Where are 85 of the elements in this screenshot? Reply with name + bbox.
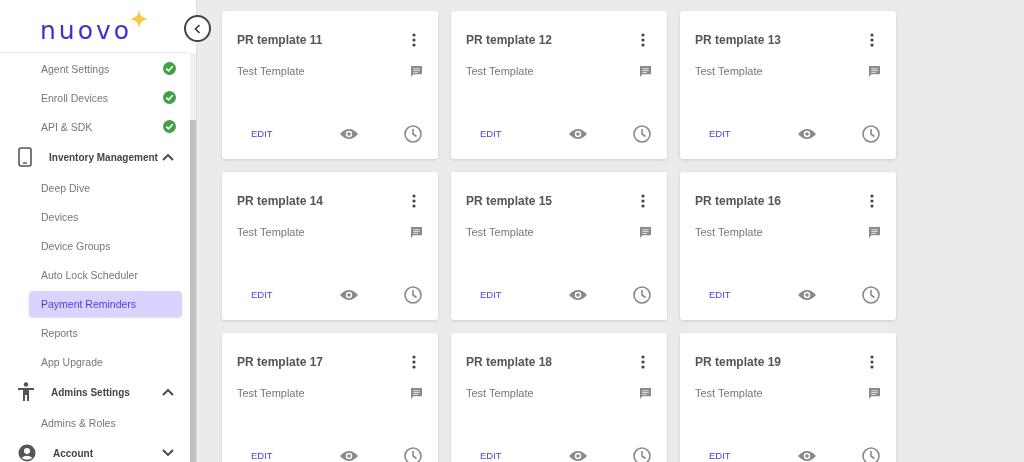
- edit-button[interactable]: EDIT: [703, 124, 737, 143]
- more-icon[interactable]: [870, 194, 874, 208]
- scrollbar[interactable]: [189, 53, 196, 462]
- eye-icon[interactable]: [798, 288, 816, 301]
- more-icon[interactable]: [412, 33, 416, 47]
- clock-icon[interactable]: [862, 124, 880, 143]
- clock-icon[interactable]: [404, 285, 422, 304]
- card-title: PR template 19: [695, 355, 782, 369]
- card-description: Test Template: [466, 226, 534, 238]
- sparkle-icon: [130, 10, 149, 28]
- card-title: PR template 15: [466, 194, 553, 208]
- more-icon[interactable]: [641, 355, 645, 369]
- clock-icon[interactable]: [633, 124, 651, 143]
- edit-button[interactable]: EDIT: [703, 285, 737, 304]
- chevron-down-icon[interactable]: [161, 449, 174, 457]
- eye-icon[interactable]: [569, 288, 587, 301]
- card-description: Test Template: [695, 387, 763, 399]
- more-icon[interactable]: [641, 194, 645, 208]
- eye-icon[interactable]: [569, 127, 587, 140]
- clock-icon[interactable]: [404, 124, 422, 143]
- card-description: Test Template: [695, 65, 763, 77]
- more-icon[interactable]: [412, 194, 416, 208]
- eye-icon[interactable]: [340, 288, 358, 301]
- card-description: Test Template: [695, 226, 763, 238]
- phone-icon: [18, 147, 32, 167]
- nav-item[interactable]: API & SDK: [29, 113, 163, 140]
- person-icon: [18, 382, 34, 402]
- message-icon: [411, 65, 422, 77]
- message-icon: [640, 226, 651, 238]
- card-title: PR template 16: [695, 194, 782, 208]
- chevron-up-icon[interactable]: [161, 388, 174, 396]
- nav-item[interactable]: Device Groups: [29, 232, 176, 259]
- eye-icon[interactable]: [798, 127, 816, 140]
- nav-item[interactable]: Deep Dive: [29, 174, 176, 201]
- clock-icon[interactable]: [862, 446, 880, 462]
- edit-button[interactable]: EDIT: [703, 446, 737, 462]
- card-description: Test Template: [237, 65, 305, 77]
- section-header[interactable]: Inventory Management: [36, 151, 158, 163]
- more-icon[interactable]: [412, 355, 416, 369]
- edit-button[interactable]: EDIT: [474, 446, 508, 462]
- edit-button[interactable]: EDIT: [474, 285, 508, 304]
- nav-item[interactable]: Admins & Roles: [29, 409, 176, 436]
- nav-item[interactable]: Auto Lock Scheduler: [29, 261, 176, 288]
- eye-icon[interactable]: [569, 449, 587, 462]
- nav-item[interactable]: Agent Settings: [29, 55, 163, 82]
- card-title: PR template 12: [466, 33, 553, 47]
- more-icon[interactable]: [870, 33, 874, 47]
- clock-icon[interactable]: [633, 446, 651, 462]
- chevron-up-icon[interactable]: [161, 153, 174, 161]
- card-title: PR template 14: [237, 194, 324, 208]
- more-icon[interactable]: [870, 355, 874, 369]
- nav-item[interactable]: App Upgrade: [29, 348, 176, 375]
- edit-button[interactable]: EDIT: [245, 124, 279, 143]
- section-header[interactable]: Admins Settings: [38, 386, 158, 398]
- message-icon: [640, 387, 651, 399]
- clock-icon[interactable]: [633, 285, 651, 304]
- card-title: PR template 17: [237, 355, 324, 369]
- message-icon: [869, 226, 880, 238]
- edit-button[interactable]: EDIT: [245, 285, 279, 304]
- card-description: Test Template: [237, 226, 305, 238]
- nav-item[interactable]: Enroll Devices: [29, 84, 163, 111]
- card-title: PR template 13: [695, 33, 782, 47]
- section-header[interactable]: Account: [40, 447, 158, 459]
- message-icon: [869, 65, 880, 77]
- message-icon: [640, 65, 651, 77]
- nav-item[interactable]: Devices: [29, 203, 176, 230]
- edit-button[interactable]: EDIT: [474, 124, 508, 143]
- card-description: Test Template: [466, 65, 534, 77]
- eye-icon[interactable]: [798, 449, 816, 462]
- edit-button[interactable]: EDIT: [245, 446, 279, 462]
- message-icon: [411, 387, 422, 399]
- eye-icon[interactable]: [340, 449, 358, 462]
- clock-icon[interactable]: [404, 446, 422, 462]
- more-icon[interactable]: [641, 33, 645, 47]
- message-icon: [869, 387, 880, 399]
- card-title: PR template 11: [237, 33, 323, 47]
- logo: nuovo: [40, 15, 133, 45]
- card-title: PR template 18: [466, 355, 553, 369]
- card-description: Test Template: [466, 387, 534, 399]
- clock-icon[interactable]: [862, 285, 880, 304]
- card-description: Test Template: [237, 387, 305, 399]
- nav-item[interactable]: Reports: [29, 319, 176, 346]
- nav-item[interactable]: Payment Reminders: [29, 290, 182, 317]
- eye-icon[interactable]: [340, 127, 358, 140]
- message-icon: [411, 226, 422, 238]
